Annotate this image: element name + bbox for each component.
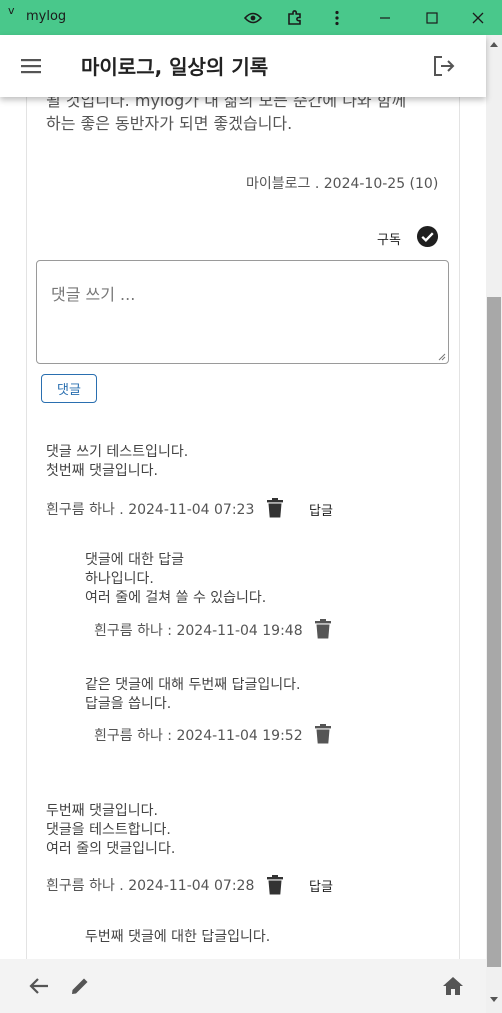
app-title: 마이로그, 일상의 기록 — [81, 55, 269, 79]
more-vert-icon[interactable] — [322, 0, 352, 35]
reply-meta: 흰구름 하나 : 2024-11-04 19:52 — [94, 728, 303, 744]
check-circle-icon[interactable] — [415, 224, 439, 248]
comment-meta: 흰구름 하나 . 2024-11-04 07:28 — [46, 878, 255, 894]
window-menu-glyph[interactable]: v — [8, 4, 15, 17]
scrollbar[interactable] — [486, 35, 502, 1013]
comment-meta: 흰구름 하나 . 2024-11-04 07:23 — [46, 502, 255, 518]
trash-icon[interactable] — [264, 873, 286, 897]
bottom-bar — [0, 959, 486, 1013]
home-icon[interactable] — [440, 974, 466, 998]
comment-textarea[interactable]: 댓글 쓰기 ... — [36, 260, 449, 364]
comment-placeholder: 댓글 쓰기 ... — [51, 285, 136, 304]
maximize-icon[interactable] — [417, 0, 447, 35]
comment-text: 두번째 댓글입니다. 댓글을 테스트합니다. 여러 줄의 댓글입니다. — [46, 803, 176, 857]
scrollbar-thumb[interactable] — [487, 297, 501, 967]
comment-submit-button[interactable]: 댓글 — [41, 374, 97, 403]
post-body-line: 하는 좋은 동반자가 되면 좋겠습니다. — [46, 114, 293, 133]
reply-text: 두번째 댓글에 대한 답글입니다. — [85, 929, 271, 945]
post-body-partial-line: 될 것입니다. mylog가 내 삶의 모든 순간에 나와 함께 — [46, 97, 407, 110]
extension-icon[interactable] — [280, 0, 310, 35]
trash-icon[interactable] — [312, 617, 334, 641]
back-arrow-icon[interactable] — [26, 974, 52, 998]
reply-text: 댓글에 대한 답글 하나입니다. 여러 줄에 걸쳐 쓸 수 있습니다. — [85, 552, 267, 606]
post-meta: 마이블로그 . 2024-10-25 (10) — [246, 176, 439, 192]
window-titlebar: v mylog — [0, 0, 502, 35]
subscribe-label: 구독 — [377, 233, 401, 248]
reply-button[interactable]: 답글 — [309, 500, 333, 519]
reply-meta: 흰구름 하나 : 2024-11-04 19:48 — [94, 623, 303, 639]
reply-button[interactable]: 답글 — [309, 876, 333, 895]
close-icon[interactable] — [463, 0, 493, 35]
window-app-name: mylog — [26, 9, 67, 24]
app-bar: 마이로그, 일상의 기록 — [0, 35, 486, 97]
logout-icon[interactable] — [430, 53, 458, 79]
minimize-icon[interactable] — [370, 0, 400, 35]
trash-icon[interactable] — [264, 496, 286, 520]
edit-icon[interactable] — [67, 974, 93, 998]
menu-icon[interactable] — [18, 53, 44, 79]
content-scroll-area[interactable]: 될 것입니다. mylog가 내 삶의 모든 순간에 나와 함께 하는 좋은 동… — [0, 97, 486, 959]
comment-text: 댓글 쓰기 테스트입니다. 첫번째 댓글입니다. — [46, 444, 189, 479]
reply-text: 같은 댓글에 대해 두번째 답글입니다. 답글을 씁니다. — [85, 677, 301, 712]
trash-icon[interactable] — [312, 722, 334, 746]
eye-icon[interactable] — [238, 0, 268, 35]
